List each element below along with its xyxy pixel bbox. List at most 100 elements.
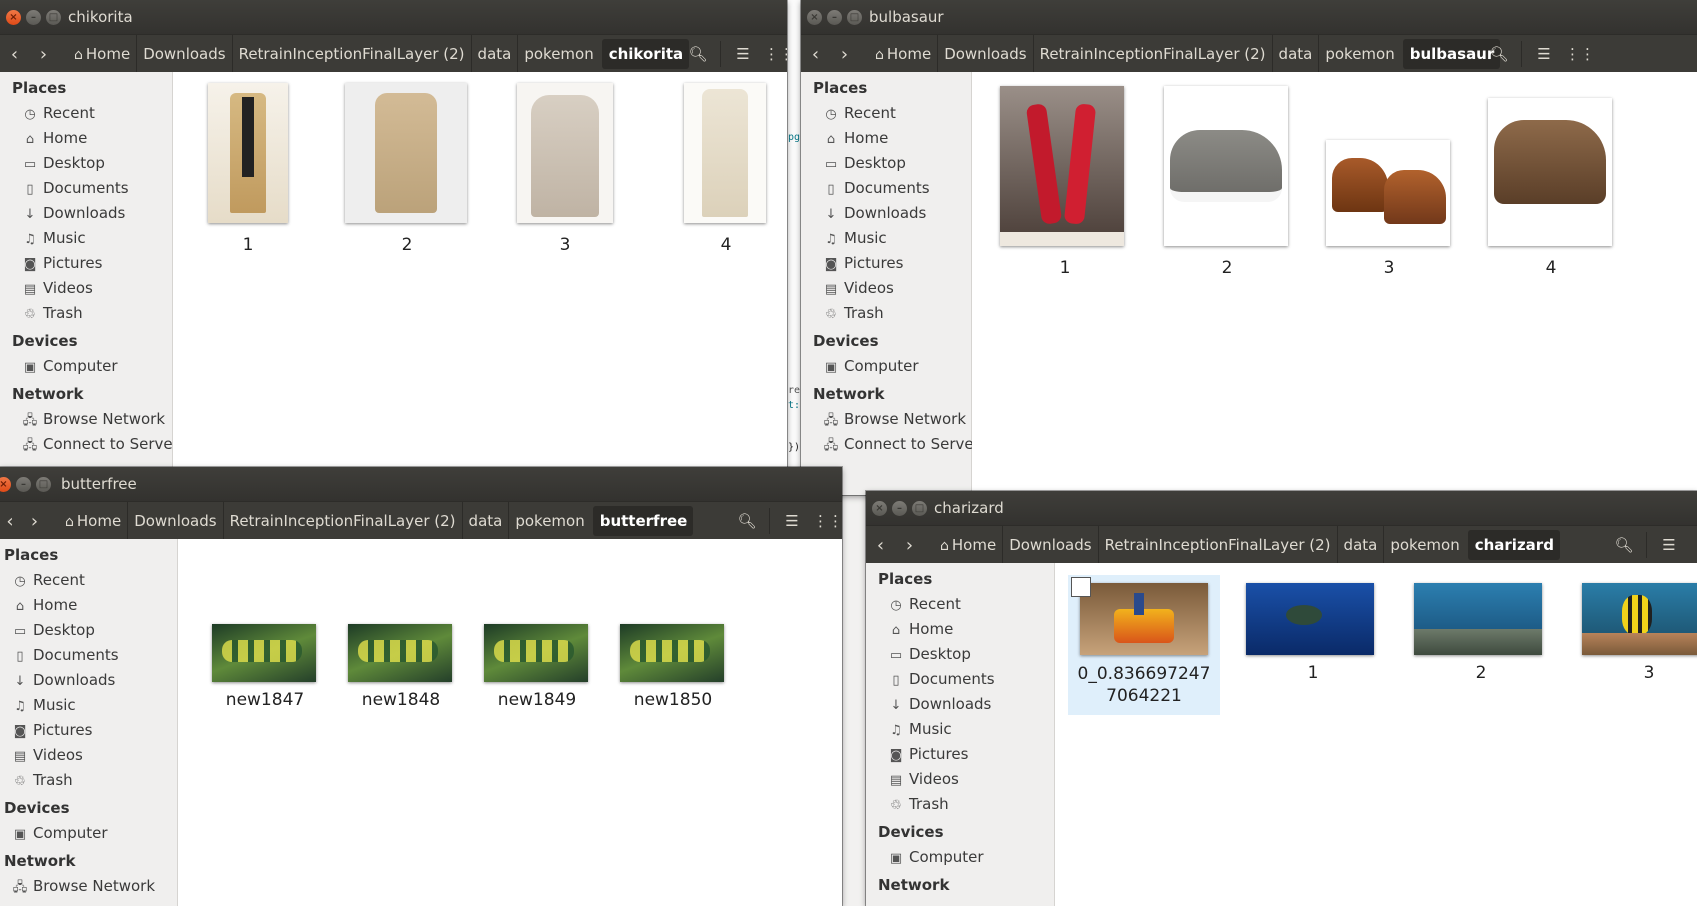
breadcrumb-pokemon[interactable]: pokemon bbox=[517, 35, 599, 73]
sidebar-item-music[interactable]: ♫ Music bbox=[801, 226, 971, 251]
file-item[interactable]: 3 bbox=[1324, 86, 1454, 278]
title-bar[interactable]: × – □ bulbasaur bbox=[801, 0, 1697, 34]
list-view-button[interactable]: ☰ bbox=[1526, 35, 1562, 73]
sidebar-item-pictures[interactable]: ◙ Pictures bbox=[0, 251, 172, 276]
sidebar-item-desktop[interactable]: ▭ Desktop bbox=[801, 151, 971, 176]
breadcrumb-pokemon[interactable]: pokemon bbox=[1383, 526, 1465, 564]
search-button[interactable]: 🔍︎ bbox=[729, 502, 765, 540]
minimize-button[interactable]: – bbox=[827, 9, 842, 25]
sidebar-item-home[interactable]: ⌂ Home bbox=[866, 617, 1054, 642]
maximize-button[interactable]: □ bbox=[847, 9, 862, 25]
breadcrumb-downloads[interactable]: Downloads bbox=[937, 35, 1032, 73]
breadcrumb-current-folder[interactable]: charizard bbox=[1467, 530, 1560, 560]
sidebar-item-browse-network[interactable]: 🖧︎ Browse Network bbox=[801, 407, 971, 432]
sidebar-item-trash[interactable]: ♲ Trash bbox=[801, 301, 971, 326]
minimize-button[interactable]: – bbox=[16, 476, 31, 492]
selection-checkbox[interactable] bbox=[1071, 577, 1091, 597]
file-item[interactable]: 4 bbox=[1486, 86, 1616, 278]
forward-button[interactable]: › bbox=[895, 526, 924, 564]
breadcrumb-data[interactable]: data bbox=[461, 502, 509, 540]
forward-button[interactable]: › bbox=[29, 35, 58, 73]
sidebar-item-videos[interactable]: ▤ Videos bbox=[0, 276, 172, 301]
sidebar-item-pictures[interactable]: ◙ Pictures bbox=[0, 718, 177, 743]
file-item[interactable]: 2 bbox=[345, 80, 469, 260]
sidebar-item-music[interactable]: ♫ Music bbox=[0, 226, 172, 251]
breadcrumb-retrain[interactable]: RetrainInceptionFinalLayer (2) bbox=[222, 502, 462, 540]
file-item[interactable]: 2 bbox=[1411, 575, 1551, 695]
grid-view-button[interactable]: ⋮⋮ bbox=[761, 35, 787, 73]
sidebar-item-desktop[interactable]: ▭ Desktop bbox=[0, 151, 172, 176]
sidebar-item-desktop[interactable]: ▭ Desktop bbox=[866, 642, 1054, 667]
sidebar-item-desktop[interactable]: ▭ Desktop bbox=[0, 618, 177, 643]
file-item-selected[interactable]: 0_0.8366972477064221 bbox=[1068, 575, 1220, 715]
sidebar-item-documents[interactable]: ▯ Documents bbox=[0, 643, 177, 668]
breadcrumb-pokemon[interactable]: pokemon bbox=[508, 502, 590, 540]
sidebar-item-music[interactable]: ♫ Music bbox=[0, 693, 177, 718]
sidebar-item-browse-network[interactable]: 🖧︎ Browse Network bbox=[0, 407, 172, 432]
file-item[interactable]: new1850 bbox=[618, 624, 728, 724]
breadcrumb-home[interactable]: ⌂ Home bbox=[869, 35, 937, 73]
sidebar-item-home[interactable]: ⌂ Home bbox=[0, 126, 172, 151]
sidebar-item-trash[interactable]: ♲ Trash bbox=[0, 768, 177, 793]
search-button[interactable]: 🔍︎ bbox=[680, 35, 716, 73]
close-button[interactable]: × bbox=[6, 9, 21, 25]
breadcrumb-downloads[interactable]: Downloads bbox=[136, 35, 231, 73]
sidebar-item-downloads[interactable]: ↓ Downloads bbox=[866, 692, 1054, 717]
sidebar-item-computer[interactable]: ▣ Computer bbox=[801, 354, 971, 379]
sidebar-item-trash[interactable]: ♲ Trash bbox=[0, 301, 172, 326]
sidebar-item-pictures[interactable]: ◙ Pictures bbox=[866, 742, 1054, 767]
sidebar-item-computer[interactable]: ▣ Computer bbox=[866, 845, 1054, 870]
close-button[interactable]: × bbox=[807, 9, 822, 25]
sidebar-item-recent[interactable]: ◷ Recent bbox=[801, 101, 971, 126]
breadcrumb-downloads[interactable]: Downloads bbox=[1002, 526, 1097, 564]
close-button[interactable]: × bbox=[0, 476, 11, 492]
breadcrumb-home[interactable]: ⌂ Home bbox=[59, 502, 127, 540]
sidebar-item-connect-server[interactable]: 🖧︎ Connect to Server bbox=[0, 432, 179, 457]
grid-view-button[interactable]: ⋮⋮ bbox=[1562, 35, 1598, 73]
breadcrumb-retrain[interactable]: RetrainInceptionFinalLayer (2) bbox=[1032, 35, 1272, 73]
sidebar-item-home[interactable]: ⌂ Home bbox=[0, 593, 177, 618]
sidebar-item-computer[interactable]: ▣ Computer bbox=[0, 821, 177, 846]
breadcrumb-data[interactable]: data bbox=[1336, 526, 1384, 564]
file-item[interactable]: new1849 bbox=[482, 624, 592, 724]
sidebar-item-videos[interactable]: ▤ Videos bbox=[866, 767, 1054, 792]
maximize-button[interactable]: □ bbox=[46, 9, 61, 25]
sidebar-item-documents[interactable]: ▯ Documents bbox=[0, 176, 172, 201]
breadcrumb-data[interactable]: data bbox=[1271, 35, 1319, 73]
minimize-button[interactable]: – bbox=[892, 500, 907, 516]
close-button[interactable]: × bbox=[872, 500, 887, 516]
sidebar-item-recent[interactable]: ◷ Recent bbox=[0, 568, 177, 593]
search-button[interactable]: 🔍︎ bbox=[1481, 35, 1517, 73]
breadcrumb-current-folder[interactable]: chikorita bbox=[601, 39, 690, 69]
sidebar-item-computer[interactable]: ▣ Computer bbox=[0, 354, 172, 379]
breadcrumb-retrain[interactable]: RetrainInceptionFinalLayer (2) bbox=[1097, 526, 1337, 564]
file-item[interactable]: 4 bbox=[681, 80, 771, 260]
back-button[interactable]: ‹ bbox=[801, 35, 830, 73]
back-button[interactable]: ‹ bbox=[0, 502, 20, 540]
file-item[interactable]: 3 bbox=[1579, 575, 1697, 695]
breadcrumb-pokemon[interactable]: pokemon bbox=[1318, 35, 1400, 73]
file-item[interactable]: 1 bbox=[1243, 575, 1383, 695]
sidebar-item-downloads[interactable]: ↓ Downloads bbox=[801, 201, 971, 226]
sidebar-item-music[interactable]: ♫ Music bbox=[866, 717, 1054, 742]
list-view-button[interactable]: ☰ bbox=[774, 502, 810, 540]
sidebar-item-connect-server[interactable]: 🖧︎ Connect to Server bbox=[801, 432, 980, 457]
sidebar-item-pictures[interactable]: ◙ Pictures bbox=[801, 251, 971, 276]
title-bar[interactable]: × – □ chikorita bbox=[0, 0, 787, 34]
file-item[interactable]: 1 bbox=[203, 80, 293, 260]
sidebar-item-videos[interactable]: ▤ Videos bbox=[0, 743, 177, 768]
sidebar-item-recent[interactable]: ◷ Recent bbox=[0, 101, 172, 126]
back-button[interactable]: ‹ bbox=[866, 526, 895, 564]
title-bar[interactable]: × – □ charizard bbox=[866, 491, 1697, 525]
sidebar-item-browse-network[interactable]: 🖧︎ Browse Network bbox=[0, 874, 177, 899]
file-item[interactable]: 2 bbox=[1162, 86, 1292, 278]
sidebar-item-documents[interactable]: ▯ Documents bbox=[866, 667, 1054, 692]
breadcrumb-retrain[interactable]: RetrainInceptionFinalLayer (2) bbox=[231, 35, 471, 73]
sidebar-item-recent[interactable]: ◷ Recent bbox=[866, 592, 1054, 617]
file-item[interactable]: new1848 bbox=[346, 624, 456, 724]
list-view-button[interactable]: ☰ bbox=[725, 35, 761, 73]
sidebar-item-videos[interactable]: ▤ Videos bbox=[801, 276, 971, 301]
breadcrumb-data[interactable]: data bbox=[470, 35, 518, 73]
breadcrumb-home[interactable]: ⌂ Home bbox=[68, 35, 136, 73]
breadcrumb-home[interactable]: ⌂ Home bbox=[934, 526, 1002, 564]
